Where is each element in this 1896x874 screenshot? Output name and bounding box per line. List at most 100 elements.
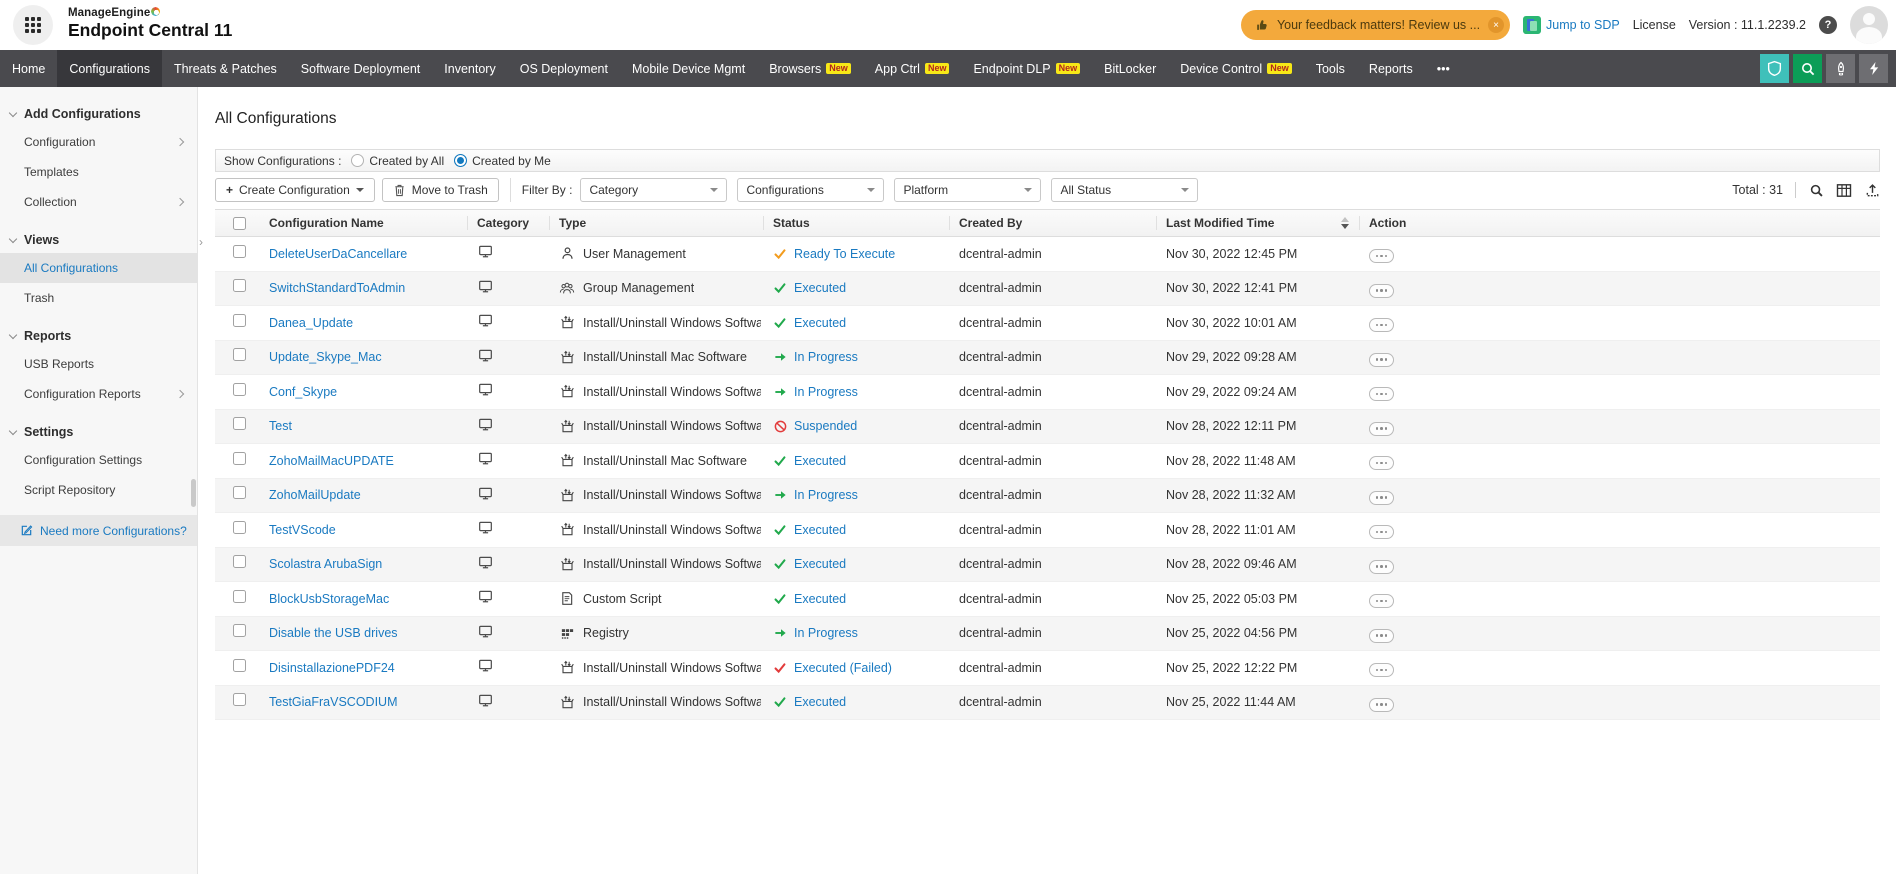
sidebar-item-trash[interactable]: Trash <box>0 283 197 313</box>
row-action-button[interactable] <box>1369 284 1394 298</box>
move-to-trash-button[interactable]: Move to Trash <box>382 178 499 202</box>
status-link[interactable]: Executed <box>794 557 846 571</box>
close-icon[interactable]: × <box>1488 17 1504 33</box>
status-link[interactable]: Executed <box>794 316 846 330</box>
sidebar-item-script-repository[interactable]: Script Repository <box>0 475 197 505</box>
row-action-button[interactable] <box>1369 249 1394 263</box>
col-category[interactable]: Category <box>467 210 549 236</box>
rocket-icon[interactable] <box>1826 54 1855 83</box>
configuration-name-link[interactable]: ZohoMailMacUPDATE <box>269 454 394 468</box>
status-link[interactable]: In Progress <box>794 488 858 502</box>
nav-item-endpoint-dlp[interactable]: Endpoint DLP New <box>961 50 1092 87</box>
sidebar-section-title[interactable]: Reports <box>0 323 197 349</box>
configuration-name-link[interactable]: ZohoMailUpdate <box>269 488 361 502</box>
sidebar-item-configuration-reports[interactable]: Configuration Reports <box>0 379 197 409</box>
jump-to-sdp-link[interactable]: Jump to SDP <box>1546 18 1620 32</box>
row-action-button[interactable] <box>1369 456 1394 470</box>
configuration-name-link[interactable]: Test <box>269 419 292 433</box>
sidebar-scrollbar[interactable] <box>191 479 196 507</box>
nav-item-browsers[interactable]: Browsers New <box>757 50 863 87</box>
status-link[interactable]: Executed <box>794 454 846 468</box>
license-link[interactable]: License <box>1633 18 1676 32</box>
col-created-by[interactable]: Created By <box>949 210 1156 236</box>
status-link[interactable]: Ready To Execute <box>794 247 895 261</box>
search-icon[interactable] <box>1793 54 1822 83</box>
nav-item-os-deployment[interactable]: OS Deployment <box>508 50 620 87</box>
status-link[interactable]: Executed <box>794 695 846 709</box>
filter-dropdown-configurations[interactable]: Configurations <box>737 178 884 202</box>
sidebar-item-configuration-settings[interactable]: Configuration Settings <box>0 445 197 475</box>
status-link[interactable]: Executed <box>794 592 846 606</box>
sidebar-item-templates[interactable]: Templates <box>0 157 197 187</box>
nav-item-configurations[interactable]: Configurations <box>57 50 162 87</box>
sidebar-item-usb-reports[interactable]: USB Reports <box>0 349 197 379</box>
nav-item-device-control[interactable]: Device Control New <box>1168 50 1304 87</box>
nav-item-app-ctrl[interactable]: App Ctrl New <box>863 50 962 87</box>
status-link[interactable]: Executed <box>794 523 846 537</box>
row-action-button[interactable] <box>1369 353 1394 367</box>
row-action-button[interactable] <box>1369 525 1394 539</box>
status-link[interactable]: Executed (Failed) <box>794 661 892 675</box>
user-avatar[interactable] <box>1850 6 1888 44</box>
radio-created-by-me[interactable]: Created by Me <box>454 154 551 168</box>
status-link[interactable]: Executed <box>794 281 846 295</box>
sidebar-section-title[interactable]: Settings <box>0 419 197 445</box>
col-type[interactable]: Type <box>549 210 763 236</box>
row-action-button[interactable] <box>1369 560 1394 574</box>
row-checkbox[interactable] <box>233 348 246 361</box>
filter-dropdown-platform[interactable]: Platform <box>894 178 1041 202</box>
nav-item-tools[interactable]: Tools <box>1304 50 1357 87</box>
row-action-button[interactable] <box>1369 387 1394 401</box>
status-link[interactable]: In Progress <box>794 626 858 640</box>
app-launcher-button[interactable] <box>13 5 53 45</box>
sidebar-item-configuration[interactable]: Configuration <box>0 127 197 157</box>
nav-item-inventory[interactable]: Inventory <box>432 50 507 87</box>
feedback-banner[interactable]: Your feedback matters! Review us ... × <box>1241 10 1510 40</box>
sidebar-section-title[interactable]: Add Configurations <box>0 101 197 127</box>
sidebar-collapse-chevron[interactable]: › <box>199 235 203 249</box>
configuration-name-link[interactable]: TestVScode <box>269 523 336 537</box>
configuration-name-link[interactable]: SwitchStandardToAdmin <box>269 281 405 295</box>
row-checkbox[interactable] <box>233 279 246 292</box>
nav-item-threats-patches[interactable]: Threats & Patches <box>162 50 289 87</box>
configuration-name-link[interactable]: Disable the USB drives <box>269 626 398 640</box>
radio-icon[interactable] <box>351 154 364 167</box>
radio-created-by-all[interactable]: Created by All <box>351 154 444 168</box>
row-action-button[interactable] <box>1369 422 1394 436</box>
row-checkbox[interactable] <box>233 417 246 430</box>
sort-icon[interactable] <box>1341 217 1349 229</box>
configuration-name-link[interactable]: DeleteUserDaCancellare <box>269 247 407 261</box>
col-configuration-name[interactable]: Configuration Name <box>259 210 467 236</box>
configuration-name-link[interactable]: Update_Skype_Mac <box>269 350 382 364</box>
status-link[interactable]: In Progress <box>794 350 858 364</box>
security-shield-icon[interactable] <box>1760 54 1789 83</box>
sidebar-item-collection[interactable]: Collection <box>0 187 197 217</box>
column-chooser-icon[interactable] <box>1836 182 1852 198</box>
row-action-button[interactable] <box>1369 698 1394 712</box>
filter-dropdown-category[interactable]: Category <box>580 178 727 202</box>
export-icon[interactable] <box>1864 182 1880 198</box>
col-last-modified-time[interactable]: Last Modified Time <box>1156 210 1359 236</box>
bolt-icon[interactable] <box>1859 54 1888 83</box>
row-checkbox[interactable] <box>233 245 246 258</box>
row-checkbox[interactable] <box>233 486 246 499</box>
col-status[interactable]: Status <box>763 210 949 236</box>
jump-to-sdp[interactable]: Jump to SDP <box>1523 16 1620 34</box>
nav-item-software-deployment[interactable]: Software Deployment <box>289 50 433 87</box>
row-action-button[interactable] <box>1369 663 1394 677</box>
row-checkbox[interactable] <box>233 555 246 568</box>
select-all-checkbox[interactable] <box>233 217 246 230</box>
configuration-name-link[interactable]: Danea_Update <box>269 316 353 330</box>
row-action-button[interactable] <box>1369 629 1394 643</box>
row-checkbox[interactable] <box>233 383 246 396</box>
row-checkbox[interactable] <box>233 452 246 465</box>
filter-dropdown-all-status[interactable]: All Status <box>1051 178 1198 202</box>
row-action-button[interactable] <box>1369 594 1394 608</box>
sidebar-section-title[interactable]: Views <box>0 227 197 253</box>
configuration-name-link[interactable]: BlockUsbStorageMac <box>269 592 389 606</box>
configuration-name-link[interactable]: Conf_Skype <box>269 385 337 399</box>
sidebar-item-all-configurations[interactable]: All Configurations <box>0 253 197 283</box>
nav-item-home[interactable]: Home <box>0 50 57 87</box>
nav-item-mobile-device-mgmt[interactable]: Mobile Device Mgmt <box>620 50 757 87</box>
radio-checked-icon[interactable] <box>454 154 467 167</box>
